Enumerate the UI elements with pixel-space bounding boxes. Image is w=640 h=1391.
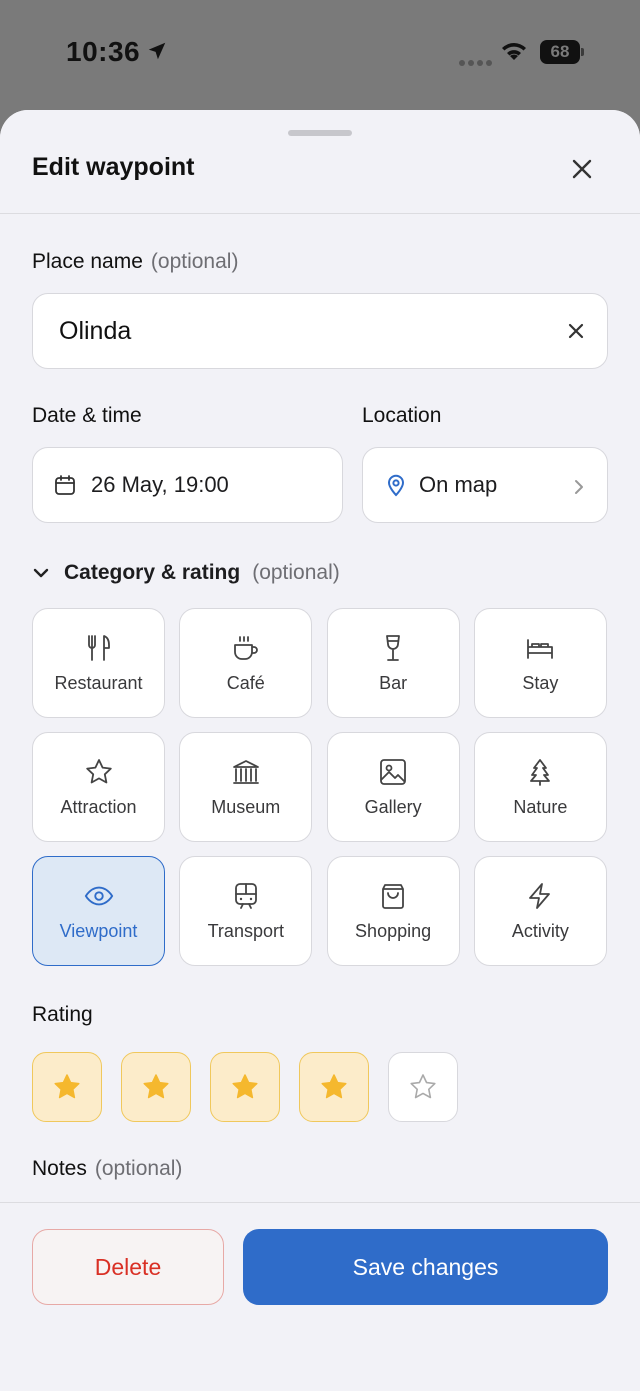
category-label: Transport: [207, 920, 284, 941]
category-label: Gallery: [364, 796, 422, 817]
category-label: Activity: [511, 920, 569, 941]
location-picker[interactable]: On map: [362, 447, 608, 523]
tree-icon: [525, 757, 555, 787]
notes-label-text: Notes: [32, 1157, 87, 1180]
place-name-optional: (optional): [150, 250, 239, 273]
category-section-toggle[interactable]: Category & rating (optional): [32, 558, 340, 588]
sheet-title: Edit waypoint: [32, 153, 195, 181]
category-section-title: Category & rating: [64, 561, 241, 584]
category-bar[interactable]: Bar: [326, 608, 460, 718]
place-name-value[interactable]: Olinda: [59, 317, 131, 346]
category-nature[interactable]: Nature: [473, 732, 607, 842]
map-pin-icon: [387, 474, 405, 497]
category-label: Museum: [211, 796, 281, 817]
rating-label: Rating: [32, 1003, 93, 1026]
save-changes-button[interactable]: Save changes: [243, 1229, 608, 1305]
category-transport[interactable]: Transport: [179, 856, 313, 966]
place-name-label: Place name (optional): [32, 250, 238, 274]
category-grid: Restaurant Café Bar Stay Attraction Muse…: [32, 608, 608, 966]
calendar-icon: [55, 475, 75, 495]
close-button[interactable]: [567, 154, 597, 184]
star-4-button[interactable]: [299, 1052, 369, 1122]
star-filled-icon: [143, 1074, 169, 1099]
close-icon: [568, 323, 584, 339]
delete-button[interactable]: Delete: [32, 1229, 224, 1305]
notes-optional: (optional): [94, 1157, 183, 1180]
museum-icon: [231, 757, 261, 787]
location-arrow-icon: [146, 40, 168, 67]
category-activity[interactable]: Activity: [473, 856, 607, 966]
category-label: Bar: [379, 672, 408, 693]
lightning-icon: [525, 881, 555, 911]
bed-icon: [525, 633, 555, 663]
wifi-icon: [500, 40, 528, 67]
star-3-button[interactable]: [210, 1052, 280, 1122]
sheet-header: Edit waypoint: [0, 110, 640, 214]
signal-icon: [458, 54, 492, 72]
location-label: Location: [362, 404, 442, 427]
status-time: 10:36: [66, 36, 141, 67]
star-outline-icon: [410, 1074, 436, 1099]
category-restaurant[interactable]: Restaurant: [32, 608, 165, 718]
category-label: Viewpoint: [59, 920, 138, 941]
place-name-label-text: Place name: [32, 250, 143, 273]
edit-waypoint-sheet: Edit waypoint Place name (optional) Olind…: [0, 110, 640, 1391]
chevron-right-icon: [573, 476, 585, 502]
image-icon: [378, 757, 408, 787]
date-time-value: 26 May, 19:00: [91, 472, 229, 497]
star-5-button[interactable]: [388, 1052, 458, 1122]
category-label: Shopping: [355, 920, 432, 941]
fork-knife-icon: [84, 633, 114, 663]
star-2-button[interactable]: [121, 1052, 191, 1122]
train-icon: [231, 881, 261, 911]
category-attraction[interactable]: Attraction: [32, 732, 165, 842]
category-label: Stay: [522, 672, 559, 693]
star-icon: [84, 757, 114, 787]
star-filled-icon: [321, 1074, 347, 1099]
close-icon: [572, 159, 592, 179]
action-footer: Delete Save changes: [0, 1202, 640, 1391]
date-time-picker[interactable]: 26 May, 19:00: [32, 447, 343, 523]
category-shopping[interactable]: Shopping: [326, 856, 460, 966]
shopping-bag-icon: [378, 881, 408, 911]
category-gallery[interactable]: Gallery: [326, 732, 460, 842]
category-label: Café: [226, 672, 265, 693]
category-viewpoint[interactable]: Viewpoint: [32, 856, 165, 966]
category-stay[interactable]: Stay: [473, 608, 607, 718]
star-1-button[interactable]: [32, 1052, 102, 1122]
star-filled-icon: [54, 1074, 80, 1099]
rating-stars: [32, 1052, 477, 1122]
status-bar: 10:36 68: [0, 0, 640, 110]
category-label: Nature: [513, 796, 568, 817]
location-value: On map: [419, 472, 498, 497]
wine-glass-icon: [378, 633, 408, 663]
star-filled-icon: [232, 1074, 258, 1099]
eye-icon: [84, 881, 114, 911]
category-section-optional: (optional): [252, 561, 340, 584]
coffee-cup-icon: [231, 633, 261, 663]
place-name-input[interactable]: Olinda: [32, 293, 608, 369]
category-cafe[interactable]: Café: [179, 608, 313, 718]
battery-icon: 68: [540, 40, 584, 64]
date-time-label: Date & time: [32, 404, 142, 427]
chevron-down-icon: [33, 568, 49, 578]
sheet-grabber[interactable]: [288, 130, 352, 136]
category-label: Restaurant: [54, 672, 143, 693]
clear-input-button[interactable]: [563, 318, 589, 344]
category-museum[interactable]: Museum: [179, 732, 313, 842]
notes-label: Notes (optional): [32, 1157, 182, 1181]
category-label: Attraction: [60, 796, 137, 817]
battery-level: 68: [550, 42, 570, 61]
